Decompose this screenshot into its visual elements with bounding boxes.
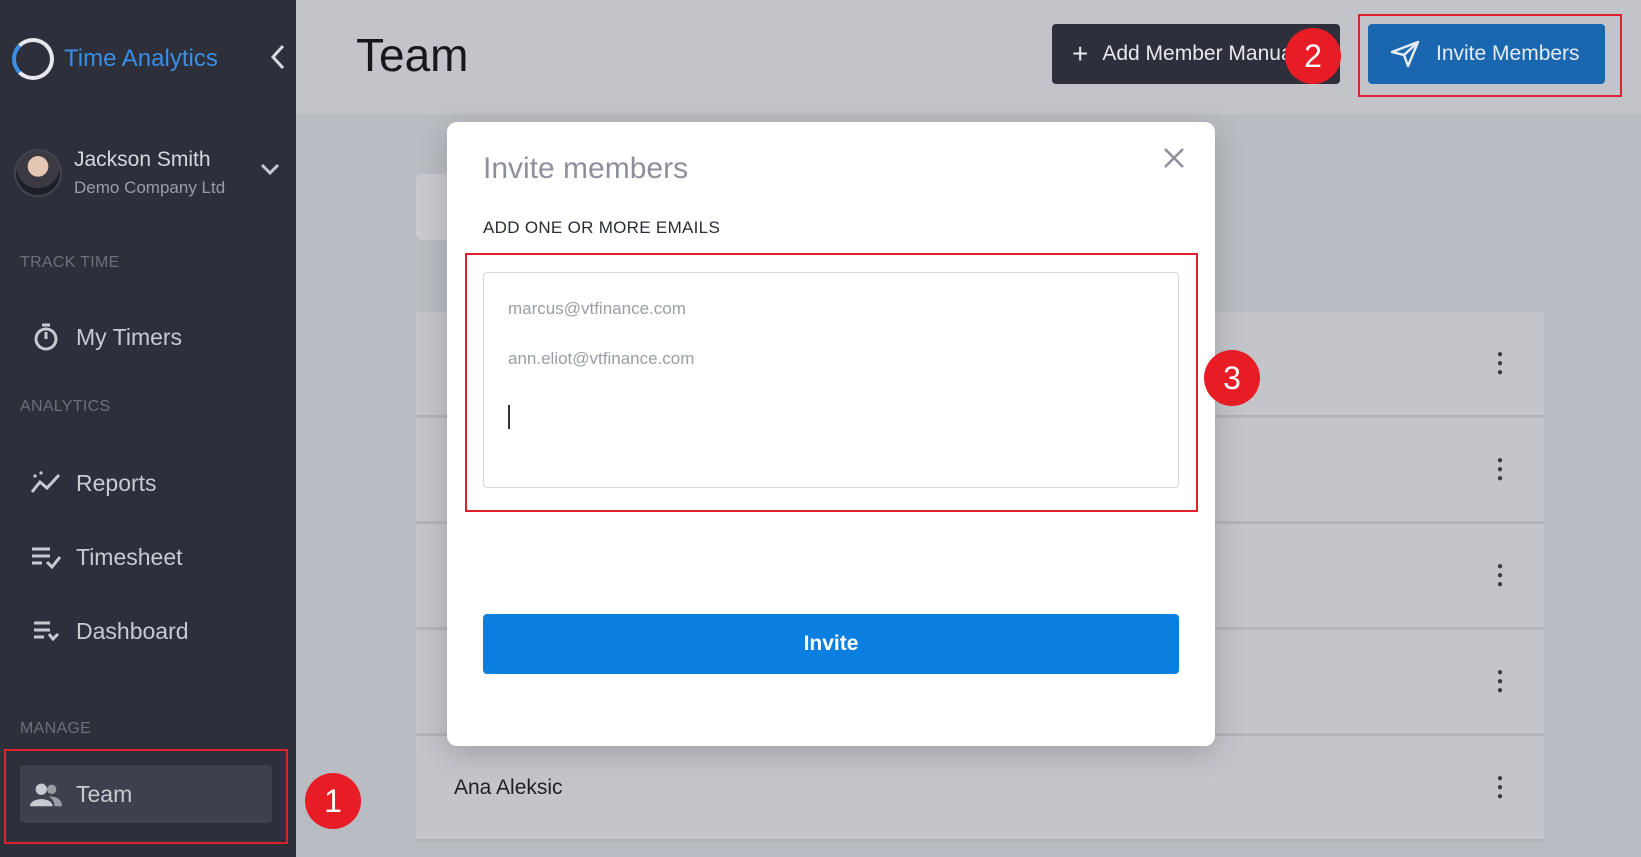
sidebar-item-my-timers[interactable]: My Timers (20, 308, 272, 366)
more-options-icon[interactable]: ● ● ● (1496, 350, 1504, 378)
app-name: Time Analytics (64, 45, 218, 72)
annotation-badge: 3 (1204, 350, 1260, 406)
app-logo[interactable]: Time Analytics (12, 38, 218, 80)
logo-icon (12, 38, 54, 80)
more-options-icon[interactable]: ● ● ● (1496, 456, 1504, 484)
annotation-highlight-team (4, 749, 288, 844)
section-label-track-time: TRACK TIME (20, 254, 120, 271)
plus-icon: + (1072, 38, 1089, 69)
list-check-icon (30, 541, 62, 573)
sidebar-item-label: Dashboard (76, 617, 189, 644)
more-options-icon[interactable]: ● ● ● (1496, 774, 1504, 802)
more-options-icon[interactable]: ● ● ● (1496, 668, 1504, 696)
avatar (14, 149, 62, 197)
invite-button[interactable]: Invite (483, 614, 1179, 674)
emails-field-label: ADD ONE OR MORE EMAILS (483, 218, 721, 237)
close-icon[interactable] (1159, 146, 1189, 176)
user-company: Demo Company Ltd (74, 178, 226, 197)
stopwatch-icon (30, 321, 62, 353)
annotation-highlight-invite-button (1358, 14, 1622, 97)
sidebar-item-timesheet[interactable]: Timesheet (20, 528, 272, 586)
annotation-badge: 2 (1285, 28, 1341, 84)
chevron-down-icon (260, 156, 280, 182)
more-options-icon[interactable]: ● ● ● (1496, 562, 1504, 590)
add-member-label: Add Member Manually (1102, 42, 1313, 65)
member-name: Ana Aleksic (454, 776, 563, 799)
chevron-left-icon (270, 44, 285, 70)
dialog-title: Invite members (483, 152, 689, 185)
sidebar-item-label: My Timers (76, 323, 183, 350)
sidebar-item-label: Timesheet (76, 543, 183, 570)
sidebar-item-dashboard[interactable]: Dashboard (20, 602, 272, 660)
sidebar-item-reports[interactable]: Reports (20, 454, 272, 512)
trend-icon (30, 467, 62, 499)
sidebar-item-label: Reports (76, 469, 157, 496)
user-name: Jackson Smith (74, 148, 211, 171)
sidebar: Time Analytics Jackson Smith Demo Compan… (0, 0, 296, 857)
list-down-icon (30, 615, 62, 647)
section-label-manage: MANAGE (20, 720, 92, 737)
collapse-sidebar-button[interactable] (266, 44, 290, 74)
list-item[interactable]: Ana Aleksic ● ● ● (416, 736, 1544, 842)
annotation-badge: 1 (305, 773, 361, 829)
section-label-analytics: ANALYTICS (20, 398, 111, 415)
annotation-highlight-emails (465, 253, 1198, 512)
user-menu[interactable]: Jackson Smith Demo Company Ltd (14, 148, 284, 198)
page-title: Team (356, 29, 469, 81)
